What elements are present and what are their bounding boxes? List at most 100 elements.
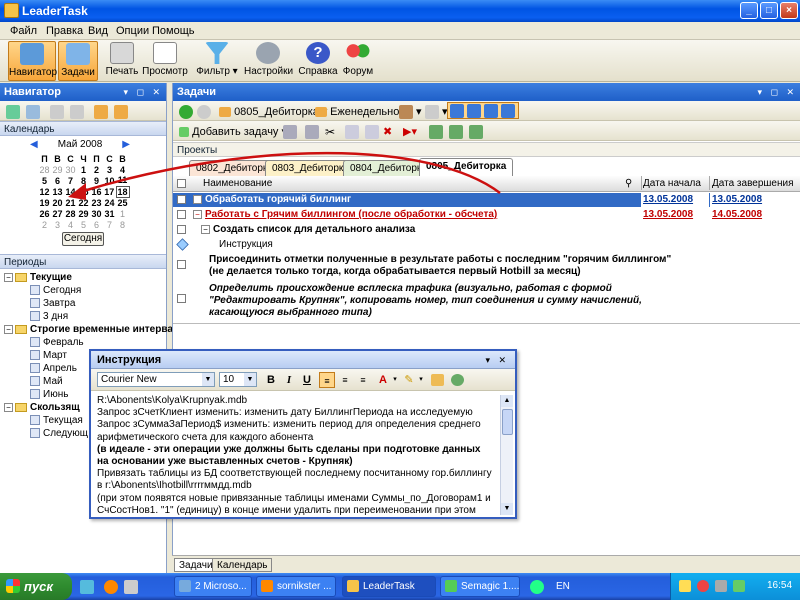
calendar-day[interactable]: 4 <box>64 219 77 230</box>
underline-button[interactable]: U <box>299 372 315 388</box>
calendar-day[interactable]: 17 <box>103 186 116 197</box>
calendar-day[interactable]: 27 <box>51 208 64 219</box>
date-icon[interactable] <box>425 105 439 120</box>
task-checkbox[interactable] <box>177 260 186 269</box>
calendar-day[interactable]: 29 <box>77 208 90 219</box>
bold-button[interactable]: B <box>263 372 279 388</box>
align-left-button[interactable]: ≡ <box>319 372 335 388</box>
filter-button[interactable]: Фильтр ▾ <box>192 41 242 81</box>
table-row[interactable]: Присоединить отметки полученные в резуль… <box>173 253 800 281</box>
highlight-dropdown-icon[interactable]: ▾ <box>413 372 429 388</box>
col-name[interactable]: Наименование <box>203 178 272 189</box>
tab-calendar[interactable]: Календарь <box>212 558 273 572</box>
period-combo[interactable]: Еженедельно ▾ <box>315 105 408 118</box>
calendar-day[interactable]: 14 <box>64 186 77 197</box>
task-checkbox[interactable] <box>177 195 186 204</box>
table-row[interactable]: Определить происхождение всплеска трафик… <box>173 282 800 322</box>
move-icon-2[interactable] <box>467 104 481 118</box>
collapse-icon[interactable]: − <box>201 225 210 234</box>
tab-0805[interactable]: 0805_Дебиторка <box>419 158 514 176</box>
paste-icon[interactable] <box>365 125 379 139</box>
link-icon[interactable] <box>450 374 464 387</box>
italic-button[interactable]: I <box>281 372 297 388</box>
calendar-day[interactable]: 13 <box>51 186 64 197</box>
calendar-day[interactable]: 29 <box>51 164 64 175</box>
calendar-day[interactable]: 26 <box>38 208 51 219</box>
print-icon[interactable] <box>430 374 444 387</box>
indent-icon[interactable] <box>429 125 443 139</box>
move-icon-4[interactable] <box>501 104 515 118</box>
panel-pin-close-icons[interactable]: ▾ ◻ ✕ <box>123 83 163 101</box>
quicklaunch-icon[interactable] <box>80 580 94 594</box>
align-center-button[interactable]: ≡ <box>337 372 353 388</box>
help-button[interactable]: ? Справка <box>298 41 338 81</box>
calendar-day[interactable]: 24 <box>103 197 116 208</box>
navigator-button[interactable]: Навигатор <box>8 41 57 81</box>
folder-combo[interactable]: 0805_Дебиторка ▾ <box>219 105 327 118</box>
calendar-day[interactable]: 1 <box>77 164 90 175</box>
add-icon[interactable] <box>6 105 20 119</box>
flag-icon[interactable]: ▶▾ <box>403 125 417 138</box>
today-button[interactable]: Сегодня <box>62 232 104 246</box>
forum-button[interactable]: Форум <box>340 41 376 81</box>
select-all-checkbox[interactable] <box>177 179 186 188</box>
refresh-icon[interactable] <box>50 105 64 119</box>
tray-icon-2[interactable] <box>697 580 709 592</box>
next-month-arrow-icon[interactable]: ▶ <box>122 139 130 150</box>
cut-icon[interactable]: ✂ <box>325 125 335 139</box>
collapse-icon[interactable]: − <box>193 210 202 219</box>
delete-icon[interactable]: ✖ <box>383 125 392 138</box>
task-checkbox[interactable] <box>177 225 186 234</box>
edit-icon[interactable] <box>26 105 40 119</box>
copy-icon[interactable] <box>345 125 359 139</box>
calendar-day[interactable]: 28 <box>38 164 51 175</box>
calendar-day[interactable]: 11 <box>116 175 129 186</box>
calendar-day[interactable]: 22 <box>77 197 90 208</box>
calendar-day[interactable]: 2 <box>90 164 103 175</box>
table-row[interactable]: − Создать список для детального анализа <box>173 223 800 237</box>
task-checkbox[interactable] <box>177 210 186 219</box>
calendar-day[interactable]: 4 <box>116 164 129 175</box>
folder-down-icon[interactable] <box>114 105 128 119</box>
settings-button[interactable]: Настройки <box>244 41 293 81</box>
calendar-day[interactable]: 30 <box>90 208 103 219</box>
calendar-day[interactable]: 8 <box>116 219 129 230</box>
browser-icon[interactable] <box>104 580 118 594</box>
calendar-day[interactable]: 31 <box>103 208 116 219</box>
arrow-icon[interactable] <box>469 125 483 139</box>
tray-icon-1[interactable] <box>679 580 691 592</box>
calendar-day[interactable]: 23 <box>90 197 103 208</box>
task-checkbox[interactable] <box>177 294 186 303</box>
calendar-day[interactable]: 2 <box>38 219 51 230</box>
calendar-day[interactable]: 7 <box>103 219 116 230</box>
print-button[interactable]: Печать <box>102 41 142 81</box>
edit-icon[interactable] <box>283 125 297 139</box>
tray-icon-3[interactable] <box>715 580 727 592</box>
calendar-day[interactable]: 3 <box>103 164 116 175</box>
app-icon-1[interactable] <box>530 580 544 594</box>
tree-item-tomorrow[interactable]: Завтра <box>4 297 166 310</box>
calendar-day[interactable]: 19 <box>38 197 51 208</box>
instruction-scrollbar[interactable]: ▲ ▼ <box>500 395 513 515</box>
tree-item-current[interactable]: − Текущие <box>4 271 166 284</box>
close-button[interactable]: × <box>780 2 798 19</box>
calendar-day[interactable]: 8 <box>77 175 90 186</box>
scroll-up-arrow-icon[interactable]: ▲ <box>501 395 513 407</box>
menu-options[interactable]: Опции <box>116 25 149 37</box>
panel-pin-close-icons[interactable]: ▾ ◻ ✕ <box>757 83 797 101</box>
tree-item-three-days[interactable]: 3 дня <box>4 310 166 323</box>
calendar-day[interactable]: 12 <box>38 186 51 197</box>
menu-edit[interactable]: Правка <box>46 25 83 37</box>
task-leadertask[interactable]: LeaderTask <box>342 576 436 597</box>
task-sornikster[interactable]: sornikster ... <box>256 576 336 597</box>
instruction-text[interactable]: R:\Abonents\Kolya\Krupnyak.mdb Запрос зСч… <box>97 395 497 517</box>
language-indicator[interactable]: EN <box>556 581 570 592</box>
user-icon[interactable] <box>399 105 413 120</box>
props-icon[interactable] <box>305 125 319 139</box>
expand-icon[interactable]: + <box>193 195 202 204</box>
desktop-icon[interactable] <box>124 580 138 594</box>
calendar-day[interactable]: 16 <box>90 186 103 197</box>
calendar-day[interactable]: 9 <box>90 175 103 186</box>
calendar-day[interactable]: 20 <box>51 197 64 208</box>
calendar-day[interactable]: 1 <box>116 208 129 219</box>
